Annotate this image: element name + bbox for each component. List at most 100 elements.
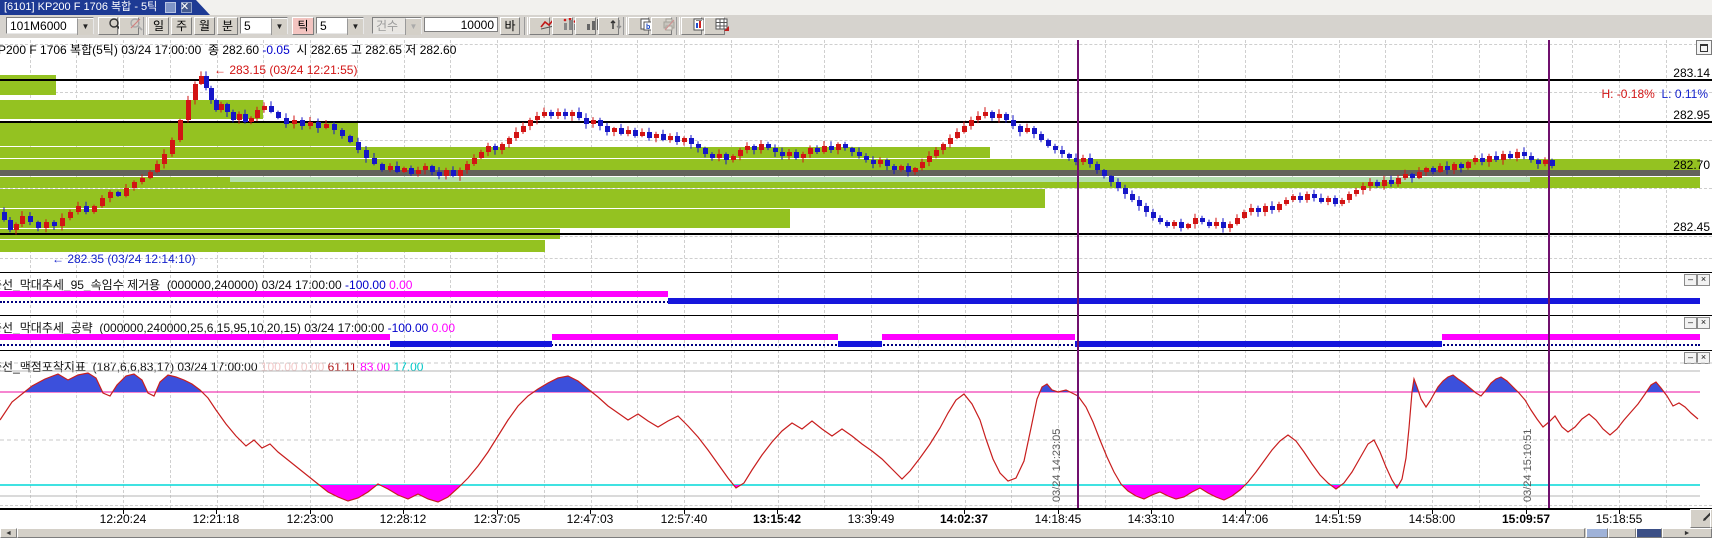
tick-combo-value: 5	[320, 19, 327, 33]
time-axis-label: 14:58:00	[1409, 512, 1456, 526]
time-axis-tick	[310, 510, 311, 514]
minute-combo[interactable]: 5 ▼	[240, 17, 288, 34]
restore-window-icon[interactable]	[1696, 40, 1712, 55]
info-line: KP200 F 1706 복합(5틱) 03/24 17:00:00 종 282…	[0, 41, 456, 58]
zoom-out-icon	[129, 18, 143, 31]
info-symbol: KP200 F 1706 복합(5틱)	[0, 43, 118, 57]
high-low-percent: H: -0.18% L: 0.11%	[1601, 87, 1708, 101]
period-day-button[interactable]: 일	[148, 17, 169, 35]
bar-count-input[interactable]: 10000	[424, 17, 498, 32]
period-month-button[interactable]: 월	[194, 17, 215, 35]
time-axis-label: 12:23:00	[287, 512, 334, 526]
panel3-value-blue: -100.00	[388, 321, 429, 335]
toolbar-separator	[623, 17, 627, 35]
time-axis-label: 12:28:12	[380, 512, 427, 526]
time-axis-tick	[1058, 510, 1059, 514]
trend-step-segment	[882, 334, 1075, 340]
tab-doc-icon[interactable]	[165, 2, 176, 13]
trend-step-segment	[0, 291, 668, 297]
bar-chart-button[interactable]	[575, 17, 596, 35]
chevron-down-icon[interactable]: ▼	[77, 18, 93, 35]
time-axis-label: 14:51:59	[1315, 512, 1362, 526]
time-axis-tick	[403, 510, 404, 514]
panel-close-icon[interactable]: ×	[1697, 317, 1710, 329]
close-label: 종	[208, 43, 219, 57]
close-icon[interactable]: ✕	[180, 0, 189, 15]
title-bar: [6101] KP200 F 1706 복합 - 5틱 ✕	[0, 0, 1712, 15]
time-axis-label: 15:18:55	[1596, 512, 1643, 526]
time-axis-label: 12:37:05	[474, 512, 521, 526]
change-value: -0.05	[262, 43, 289, 57]
high-value: 282.65	[365, 43, 402, 57]
trend-step-segment	[552, 334, 838, 340]
scroll-thumb[interactable]	[17, 528, 1585, 538]
symbol-combo[interactable]: 101M6000 ▼	[6, 17, 94, 34]
symbol-combo-value: 101M6000	[10, 19, 67, 33]
time-axis-label: 15:09:57	[1502, 512, 1550, 526]
sort-arrows-button[interactable]	[598, 17, 619, 35]
count-combo: 건수 ▼	[372, 17, 422, 34]
time-axis-line	[0, 508, 1712, 510]
toolbar-separator	[524, 17, 528, 35]
trendline-tool-button[interactable]	[529, 17, 550, 35]
volume-study-button[interactable]	[552, 17, 573, 35]
panel2-datetime: 03/24 17:00:00	[262, 278, 342, 292]
draw-tool-button[interactable]	[1690, 509, 1711, 528]
panel-close-icon[interactable]: ×	[1697, 274, 1710, 286]
info-time: 17:00:00	[155, 43, 202, 57]
l-value: 0.11%	[1675, 87, 1708, 101]
zoom-out-button[interactable]	[119, 17, 139, 35]
time-axis-tick	[871, 510, 872, 514]
trend-step-segment	[668, 298, 1700, 304]
time-axis-label: 12:57:40	[661, 512, 708, 526]
panel-minimize-icon[interactable]: –	[1684, 274, 1697, 286]
panel2-params: (000000,240000)	[167, 278, 258, 292]
tick-combo[interactable]: 5 ▼	[316, 17, 364, 34]
scrollbar-button[interactable]	[1636, 528, 1662, 538]
scrollbar-button[interactable]	[1586, 528, 1608, 538]
grid-settings-button[interactable]	[704, 17, 725, 35]
bar-unit-button[interactable]: 바	[500, 17, 520, 35]
print-icon	[662, 18, 676, 31]
zoom-in-button[interactable]	[98, 17, 118, 35]
period-week-button[interactable]: 주	[171, 17, 192, 35]
panel-minimize-icon[interactable]: –	[1684, 317, 1697, 329]
panel3-value-magenta: 0.00	[432, 321, 455, 335]
time-axis-tick	[1151, 510, 1152, 514]
print-button	[651, 17, 672, 35]
window-tab[interactable]: [6101] KP200 F 1706 복합 - 5틱 ✕	[0, 0, 210, 15]
h-value: -0.18%	[1617, 87, 1655, 101]
time-axis-tick	[1338, 510, 1339, 514]
candlestick-chart	[0, 60, 1712, 275]
minute-combo-value: 5	[244, 19, 251, 33]
toolbar: 101M6000 ▼ 일 주 월 분 5 ▼ 틱 5 ▼ 건수 ▼ 10000 …	[0, 15, 1712, 40]
time-axis-tick	[123, 510, 124, 514]
svg-text:b: b	[646, 24, 650, 31]
scrollbar-button[interactable]	[1608, 528, 1636, 538]
info-date: 03/24	[121, 43, 151, 57]
report-button[interactable]	[681, 17, 702, 35]
scroll-left-button[interactable]: ◄	[0, 528, 17, 538]
event-line-label: 03/24 14:23:05	[1051, 429, 1063, 502]
chevron-down-icon[interactable]: ▼	[347, 18, 363, 35]
chevron-down-icon[interactable]: ▼	[271, 18, 287, 35]
trend-step-segment	[838, 341, 882, 347]
horizontal-scrollbar[interactable]: ◄ ►	[0, 528, 1712, 538]
period-minute-button[interactable]: 분	[217, 17, 238, 35]
low-label: 저	[405, 43, 416, 57]
tick-button[interactable]: 틱	[292, 17, 314, 35]
panel-divider	[0, 272, 1712, 273]
time-axis-label: 13:15:42	[753, 512, 801, 526]
time-axis-tick	[497, 510, 498, 514]
chart-region: 283.14282.95282.70282.45 KP200 F 1706 복합…	[0, 38, 1712, 528]
count-combo-label: 건수	[376, 19, 398, 33]
event-line	[1077, 40, 1079, 508]
grid-settings-icon	[715, 18, 729, 31]
trend-step-segment	[390, 341, 552, 347]
time-axis-label: 12:21:18	[193, 512, 240, 526]
scroll-right-button[interactable]: ►	[1662, 528, 1712, 538]
copy-chart-button[interactable]: b	[628, 17, 649, 35]
time-axis-tick	[1245, 510, 1246, 514]
toolbar-separator	[143, 17, 147, 35]
time-axis-tick	[1619, 510, 1620, 514]
